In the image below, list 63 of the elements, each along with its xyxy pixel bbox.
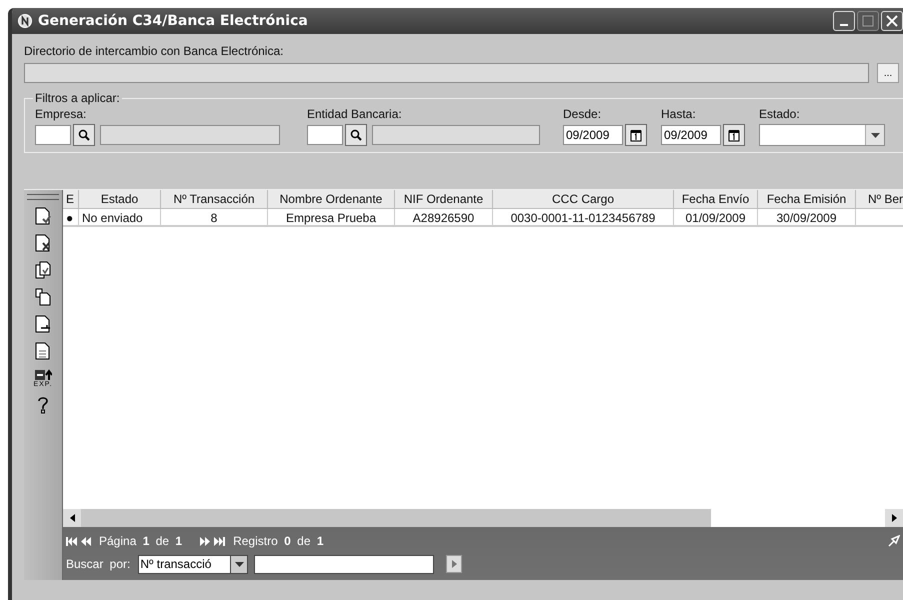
caret-icon [870,132,880,138]
previous-page-icon[interactable] [81,536,91,546]
scroll-left-button[interactable] [63,509,81,527]
filters-legend: Filtros a aplicar: [33,91,122,105]
table-cell: 01/09/2009 [674,209,758,227]
page-indicator: Página 1 de 1 [99,534,182,548]
minimize-button[interactable] [833,11,855,31]
record-indicator: Registro 0 de 1 [233,534,324,548]
minimize-icon [840,24,848,26]
column-header[interactable]: Nombre Ordenante [268,190,395,209]
column-header[interactable]: E [63,190,79,209]
calendar-button[interactable] [723,124,745,146]
search-by-dropdown[interactable]: Nº transacció [138,554,248,574]
entidad-label: Entidad Bancaria: [307,107,403,121]
column-header[interactable]: CCC Cargo [493,190,674,209]
calendar-icon [728,128,740,142]
empresa-label: Empresa: [35,107,88,121]
estado-label: Estado: [759,107,801,121]
table-cell: A28926590 [395,209,493,227]
first-page-icon[interactable] [66,536,77,546]
table-cell: Empresa Prueba [268,209,395,227]
close-button[interactable] [881,11,903,31]
calendar-icon [630,128,642,142]
desde-field[interactable]: 09/2009 [563,125,623,145]
search-icon [350,129,362,141]
left-arrow-icon [70,514,74,522]
next-page-icon[interactable] [200,536,210,546]
column-header[interactable]: Fecha Emisión [758,190,856,209]
column-header[interactable]: Nº Transacción [161,190,268,209]
table-cell: 30/09/2009 [758,209,856,227]
column-header[interactable]: Fecha Envío [674,190,758,209]
calendar-button[interactable] [625,124,647,146]
scroll-right-button[interactable] [885,509,903,527]
app-logo-icon [18,14,32,28]
pin-icon[interactable] [888,535,900,547]
empresa-code-field[interactable] [35,125,71,145]
search-field[interactable] [254,554,434,574]
last-page-icon[interactable] [214,536,226,546]
scrollbar-thumb[interactable] [81,509,711,527]
hasta-label: Hasta: [661,107,697,121]
caret-icon [234,562,244,566]
entidad-code-field[interactable] [307,125,343,145]
go-button[interactable] [446,555,462,573]
table-cell: 8 [161,209,268,227]
search-icon [78,129,90,141]
directory-label: Directorio de intercambio con Banca Electrónica: [24,44,284,58]
hasta-field[interactable]: 09/2009 [661,125,721,145]
table-cell: No enviado [79,209,161,227]
maximize-icon [862,15,874,27]
column-header[interactable]: Estado [79,190,161,209]
desde-label: Desde: [563,107,602,121]
search-button[interactable] [345,124,367,146]
column-header[interactable]: Nº Ber [856,190,903,209]
right-arrow-icon [892,514,896,522]
browse-button[interactable]: ... [877,63,899,83]
right-arrow-icon [452,560,457,568]
search-by-label: Buscar por: [66,557,130,571]
search-button[interactable] [73,124,95,146]
estado-dropdown[interactable] [759,124,885,146]
close-icon [886,15,898,27]
table-cell: 0030-0001-11-0123456789 [493,209,674,227]
window-title: Generación C34/Banca Electrónica [38,13,309,29]
column-header[interactable]: NIF Ordenante [395,190,493,209]
